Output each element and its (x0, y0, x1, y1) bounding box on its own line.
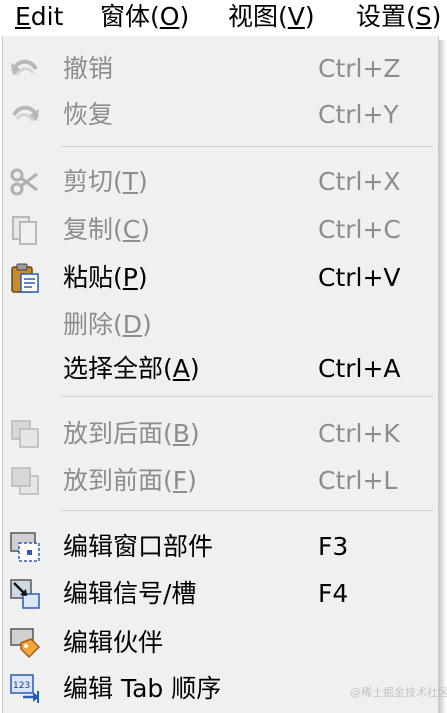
edit-dropdown-menu: 撤销 Ctrl+Z 恢复 Ctrl+Y 剪切(T) Ctrl+X 复制(C) C… (2, 36, 439, 713)
menu-item-select-all[interactable]: 选择全部(A) Ctrl+A (3, 346, 438, 392)
bring-to-front-icon (9, 465, 41, 497)
menu-view[interactable]: 视图(V) (228, 0, 315, 34)
menu-item-bring-to-front[interactable]: 放到前面(F) Ctrl+L (3, 458, 438, 504)
svg-text:123: 123 (13, 681, 30, 691)
menu-settings[interactable]: 设置(S) (356, 0, 441, 34)
paste-icon (9, 262, 41, 294)
menu-item-delete[interactable]: 删除(D) (3, 302, 438, 348)
redo-icon (9, 99, 41, 131)
menu-item-redo[interactable]: 恢复 Ctrl+Y (3, 92, 438, 138)
menu-bar: Edit 窗体(O) 视图(V) 设置(S) (0, 0, 447, 36)
dropdown-shadow (439, 40, 445, 713)
tab-order-icon: 123 (9, 673, 41, 705)
edit-buddies-icon (9, 627, 41, 659)
menu-item-paste[interactable]: 粘贴(P) Ctrl+V (3, 255, 438, 301)
menu-window[interactable]: 窗体(O) (100, 0, 189, 34)
separator (61, 510, 433, 511)
menu-edit[interactable]: Edit (15, 0, 63, 34)
edit-signals-slots-icon (9, 578, 41, 610)
separator (61, 396, 433, 397)
copy-icon (9, 214, 41, 246)
undo-icon (9, 53, 41, 85)
menu-item-edit-signals-slots[interactable]: 编辑信号/槽 F4 (3, 571, 438, 617)
menu-item-copy[interactable]: 复制(C) Ctrl+C (3, 207, 438, 253)
menu-item-edit-widgets[interactable]: 编辑窗口部件 F3 (3, 524, 438, 570)
menu-item-send-to-back[interactable]: 放到后面(B) Ctrl+K (3, 411, 438, 457)
menu-item-edit-buddies[interactable]: 编辑伙伴 (3, 620, 438, 666)
edit-widgets-icon (9, 531, 41, 563)
separator (61, 146, 433, 147)
menu-item-cut[interactable]: 剪切(T) Ctrl+X (3, 159, 438, 205)
menu-item-undo[interactable]: 撤销 Ctrl+Z (3, 46, 438, 92)
watermark: @稀土掘金技术社区 (350, 686, 447, 699)
send-to-back-icon (9, 418, 41, 450)
scissors-icon (9, 166, 41, 198)
